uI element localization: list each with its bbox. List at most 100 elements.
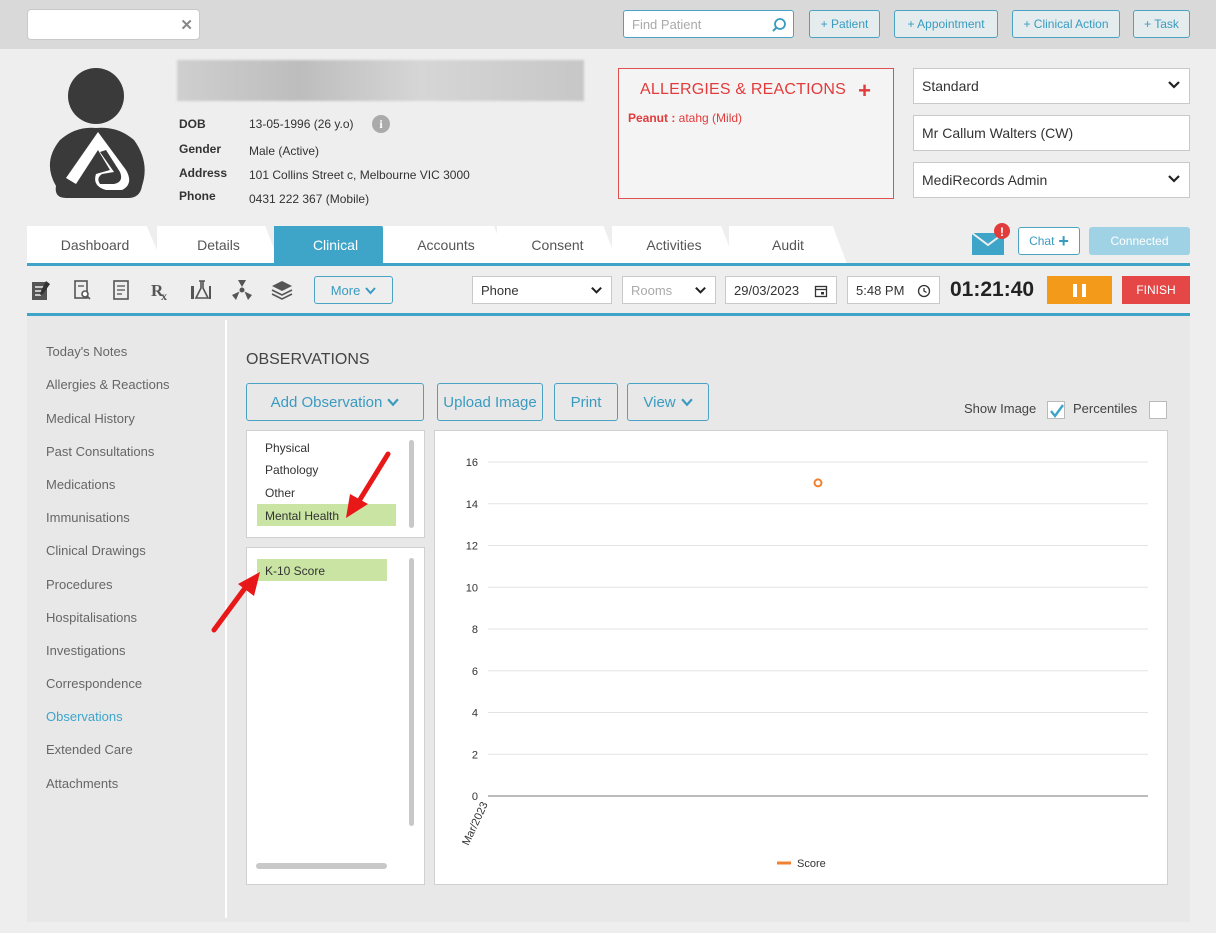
account-select-value: MediRecords Admin — [922, 172, 1048, 188]
sidebar-item-past-consultations[interactable]: Past Consultations — [46, 444, 154, 459]
radiology-icon[interactable] — [230, 278, 254, 302]
billing-select[interactable]: Standard — [913, 68, 1190, 104]
category-other[interactable]: Other — [265, 486, 295, 500]
clock-icon[interactable] — [917, 284, 931, 298]
info-icon[interactable]: i — [372, 115, 390, 133]
allergy-detail: atahg (Mild) — [675, 111, 743, 125]
date-field[interactable]: 29/03/2023 — [725, 276, 837, 304]
plus-icon: + — [1058, 230, 1069, 251]
allergies-panel: ALLERGIES & REACTIONS + Peanut : atahg (… — [618, 68, 894, 199]
tab-label: Activities — [646, 237, 702, 253]
add-allergy-icon[interactable]: + — [858, 78, 871, 104]
annotation-arrow-icon — [346, 451, 391, 518]
rooms-placeholder: Rooms — [631, 282, 673, 298]
tab-details[interactable]: Details — [157, 226, 280, 264]
sidebar-item-todays-notes[interactable]: Today's Notes — [46, 344, 127, 359]
annotation-arrow-icon — [211, 572, 260, 633]
tab-consent[interactable]: Consent — [497, 226, 618, 264]
time-field[interactable]: 5:48 PM — [847, 276, 940, 304]
account-select[interactable]: MediRecords Admin — [913, 162, 1190, 198]
percentiles-checkbox[interactable] — [1149, 401, 1167, 419]
category-scrollbar[interactable] — [409, 440, 414, 528]
add-patient-button[interactable]: + Patient — [809, 10, 880, 38]
pathology-icon[interactable] — [189, 278, 213, 302]
search-icon[interactable] — [771, 17, 787, 33]
page-title: OBSERVATIONS — [246, 351, 370, 368]
add-task-button[interactable]: + Task — [1133, 10, 1190, 38]
connected-button[interactable]: Connected — [1089, 227, 1190, 255]
category-mental-health-label: Mental Health — [265, 509, 340, 523]
find-patient-input[interactable] — [624, 11, 764, 37]
prescription-icon[interactable]: Rx — [149, 278, 173, 302]
calendar-icon[interactable] — [814, 284, 828, 298]
chevron-down-icon — [1168, 81, 1180, 89]
show-image-checkbox[interactable] — [1047, 401, 1065, 419]
document-search-icon[interactable] — [70, 278, 94, 302]
y-tick-label: 10 — [466, 582, 478, 594]
more-button[interactable]: More — [314, 276, 393, 304]
report-icon[interactable] — [109, 278, 133, 302]
consult-timer: 01:21:40 — [950, 278, 1035, 301]
view-button[interactable]: View — [627, 383, 709, 421]
allergies-title: ALLERGIES & REACTIONS — [640, 81, 847, 98]
sidebar-item-allergies[interactable]: Allergies & Reactions — [46, 377, 170, 392]
chat-button[interactable]: Chat + — [1018, 227, 1080, 255]
sidebar-item-immunisations[interactable]: Immunisations — [46, 510, 130, 525]
observation-scrollbar-horizontal[interactable] — [256, 863, 387, 869]
pause-button[interactable] — [1047, 276, 1112, 304]
print-button[interactable]: Print — [554, 383, 618, 421]
y-tick-label: 16 — [466, 457, 478, 469]
svg-text:!: ! — [1000, 225, 1004, 239]
y-tick-label: 6 — [472, 666, 478, 678]
tab-underline — [27, 263, 1190, 266]
sidebar-item-extended-care[interactable]: Extended Care — [46, 742, 133, 757]
x-tick-label: Mar/2023 — [460, 800, 491, 847]
date-value: 29/03/2023 — [734, 282, 800, 298]
legend-label: Score — [797, 858, 826, 870]
close-icon[interactable]: ✕ — [180, 16, 193, 34]
tab-clinical[interactable]: Clinical — [274, 226, 397, 264]
add-appointment-button[interactable]: + Appointment — [894, 10, 998, 38]
observation-scrollbar-vertical[interactable] — [409, 558, 414, 826]
observation-chart: 0 2 4 6 8 10 12 14 16 Mar/2023 Score — [460, 457, 1148, 870]
sidebar-item-attachments[interactable]: Attachments — [46, 776, 118, 791]
finish-button[interactable]: FINISH — [1122, 276, 1190, 304]
sidebar-item-clinical-drawings[interactable]: Clinical Drawings — [46, 543, 146, 558]
tab-label: Dashboard — [60, 237, 130, 253]
tab-label: Clinical — [312, 237, 359, 253]
sidebar-item-procedures[interactable]: Procedures — [46, 577, 112, 592]
doctor-field[interactable]: Mr Callum Walters (CW) — [913, 115, 1190, 151]
chevron-down-icon — [591, 286, 602, 294]
tab-label: Details — [197, 237, 240, 253]
rooms-select[interactable]: Rooms — [622, 276, 716, 304]
gender-value: Male (Active) — [249, 144, 320, 158]
sidebar-item-medical-history[interactable]: Medical History — [46, 411, 135, 426]
tab-accounts[interactable]: Accounts — [383, 226, 509, 264]
sidebar-item-investigations[interactable]: Investigations — [46, 643, 126, 658]
dob-value: 13-05-1996 (26 y.o) — [249, 117, 354, 131]
gender-label: Gender — [179, 142, 222, 156]
tab-audit[interactable]: Audit — [729, 226, 847, 264]
upload-image-button[interactable]: Upload Image — [437, 383, 543, 421]
chevron-down-icon — [695, 286, 706, 294]
tab-label: Audit — [772, 237, 804, 253]
chevron-down-icon — [680, 398, 693, 407]
sidebar-item-medications[interactable]: Medications — [46, 477, 115, 492]
layers-icon[interactable] — [270, 278, 294, 302]
percentiles-label: Percentiles — [1073, 401, 1138, 416]
category-physical[interactable]: Physical — [265, 441, 310, 455]
tab-dashboard[interactable]: Dashboard — [27, 226, 163, 264]
sidebar-item-correspondence[interactable]: Correspondence — [46, 676, 142, 691]
consult-mode-select[interactable]: Phone — [472, 276, 612, 304]
add-observation-button[interactable]: Add Observation — [246, 383, 424, 421]
sidebar-item-hospitalisations[interactable]: Hospitalisations — [46, 610, 137, 625]
sidebar-item-observations[interactable]: Observations — [46, 709, 123, 724]
patient-tab[interactable]: ✕ — [27, 9, 200, 40]
y-tick-label: 12 — [466, 541, 478, 553]
add-clinical-action-button[interactable]: + Clinical Action — [1012, 10, 1120, 38]
find-patient-search[interactable] — [623, 10, 794, 38]
notes-icon[interactable] — [29, 278, 53, 302]
category-pathology[interactable]: Pathology — [265, 463, 318, 477]
tab-activities[interactable]: Activities — [612, 226, 736, 264]
mail-notification-icon[interactable]: ! — [970, 223, 1010, 257]
